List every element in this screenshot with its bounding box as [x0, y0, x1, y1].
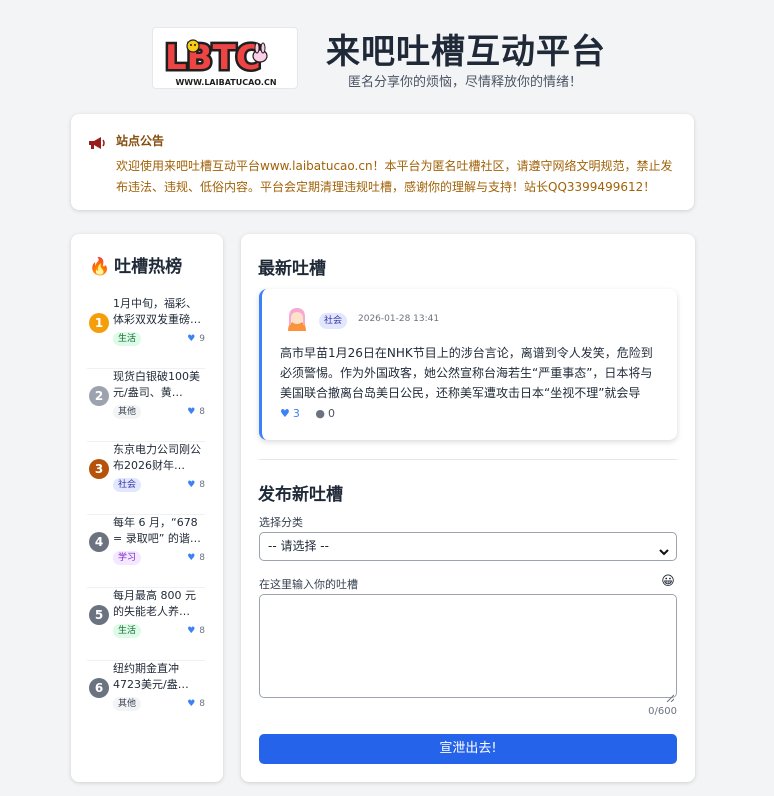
post-card[interactable]: 社会 2026-01-28 13:41 高市早苗1月26日在NHK节目上的涉台言…	[259, 289, 677, 440]
category-tag: 生活	[113, 624, 142, 638]
hot-item[interactable]: 6 纽约期金直冲4723美元/盎… 其他 ♥ 8	[87, 661, 205, 734]
site-subtitle: 匿名分享你的烦恼，尽情释放你的情绪！	[348, 75, 583, 90]
like-count: ♥ 9	[187, 334, 205, 344]
rank-badge: 3	[89, 459, 109, 479]
like-count: ♥ 8	[187, 553, 205, 563]
hot-item[interactable]: 4 每年 6 月，“678 = 录取吧” 的谐… 学习 ♥ 8	[87, 515, 205, 588]
hot-list-title: 🔥 吐槽热榜	[89, 257, 183, 277]
logo-url: WWW.LAIBATUCAO.CN	[175, 78, 276, 87]
hot-item[interactable]: 1 1月中旬，福彩、体彩双双发重磅… 生活 ♥ 9	[87, 296, 205, 369]
hot-item-title[interactable]: 纽约期金直冲4723美元/盎…	[113, 661, 205, 693]
heart-icon: ♥	[280, 407, 290, 420]
post-body: 高市早苗1月26日在NHK节目上的涉台言论，离谱到令人发笑，危险到必须警惕。作为…	[280, 346, 653, 400]
category-tag: 生活	[113, 332, 142, 346]
category-tag: 社会	[113, 478, 142, 492]
hot-list-panel: 🔥 吐槽热榜 1 1月中旬，福彩、体彩双双发重磅… 生活 ♥ 9 2 现货白银破10…	[71, 234, 223, 782]
comment-icon: ●	[315, 407, 325, 420]
heart-icon: ♥	[187, 407, 196, 417]
character-counter: 0/600	[648, 706, 677, 717]
content-textarea[interactable]	[259, 594, 677, 703]
avatar	[282, 305, 312, 335]
submit-button[interactable]: 宣泄出去!	[259, 734, 677, 764]
content-label: 在这里输入你的吐槽	[259, 578, 358, 591]
main-panel: 最新吐槽 社会 2026-01-28 13:41 高市早苗1月26日在NHK节目…	[241, 234, 695, 782]
like-count: ♥ 8	[187, 626, 205, 636]
hot-item-title[interactable]: 现货白银破100美元/盎司、黄…	[113, 369, 205, 401]
announcement-panel: 站点公告 欢迎使用来吧吐槽互动平台www.laibatucao.cn！本平台为匿…	[71, 114, 694, 210]
site-logo[interactable]: LBTC LBTC WWW.LAIBATUCAO.CN	[152, 27, 298, 89]
like-count: ♥ 8	[187, 480, 205, 490]
post-actions: ♥ 3 ● 0	[280, 407, 335, 420]
rank-badge: 1	[89, 313, 109, 333]
heart-icon: ♥	[187, 699, 196, 709]
comment-button[interactable]: ● 0	[303, 407, 335, 420]
megaphone-icon	[87, 134, 107, 152]
fire-icon: 🔥	[89, 257, 111, 277]
category-select[interactable]: -- 请选择 --	[259, 532, 677, 561]
compose-title: 发布新吐槽	[258, 485, 343, 505]
heart-icon: ♥	[187, 334, 196, 344]
announcement-title: 站点公告	[116, 134, 165, 148]
category-tag: 社会	[319, 313, 348, 329]
hot-item-title[interactable]: 每年 6 月，“678 = 录取吧” 的谐…	[113, 515, 205, 547]
category-label: 选择分类	[259, 516, 303, 529]
heart-icon: ♥	[187, 480, 196, 490]
post-timestamp: 2026-01-28 13:41	[358, 314, 440, 324]
resize-handle-icon[interactable]	[666, 687, 675, 703]
hot-item-title[interactable]: 东京电力公司刚公布2026财年…	[113, 442, 205, 474]
site-title: 来吧吐槽互动平台	[326, 32, 606, 72]
category-tag: 学习	[113, 551, 142, 565]
emoji-picker-button[interactable]: 😀	[660, 574, 676, 590]
hot-item-title[interactable]: 1月中旬，福彩、体彩双双发重磅…	[113, 296, 205, 328]
rank-badge: 5	[89, 605, 109, 625]
like-count: ♥ 8	[187, 699, 205, 709]
section-divider	[259, 459, 677, 460]
logo-letters: LBTC	[165, 38, 261, 78]
like-button[interactable]: ♥ 3	[280, 407, 300, 420]
hot-item[interactable]: 3 东京电力公司刚公布2026财年… 社会 ♥ 8	[87, 442, 205, 515]
announcement-text: 欢迎使用来吧吐槽互动平台www.laibatucao.cn！本平台为匿名吐槽社区…	[116, 159, 673, 194]
heart-icon: ♥	[187, 553, 196, 563]
hot-item-title[interactable]: 每月最高 800 元的失能老人养…	[113, 588, 205, 620]
site-header: LBTC LBTC WWW.LAIBATUCAO.CN 来吧吐槽互动平台 匿名分…	[0, 22, 774, 94]
heart-icon: ♥	[187, 626, 196, 636]
rank-badge: 4	[89, 532, 109, 552]
latest-title: 最新吐槽	[258, 259, 326, 279]
rank-badge: 6	[89, 678, 109, 698]
hot-item[interactable]: 2 现货白银破100美元/盎司、黄… 其他 ♥ 8	[87, 369, 205, 442]
hot-item[interactable]: 5 每月最高 800 元的失能老人养… 生活 ♥ 8	[87, 588, 205, 661]
rank-badge: 2	[89, 386, 109, 406]
like-count: ♥ 8	[187, 407, 205, 417]
category-tag: 其他	[113, 405, 142, 419]
category-tag: 其他	[113, 697, 142, 711]
chevron-down-icon	[658, 541, 670, 556]
